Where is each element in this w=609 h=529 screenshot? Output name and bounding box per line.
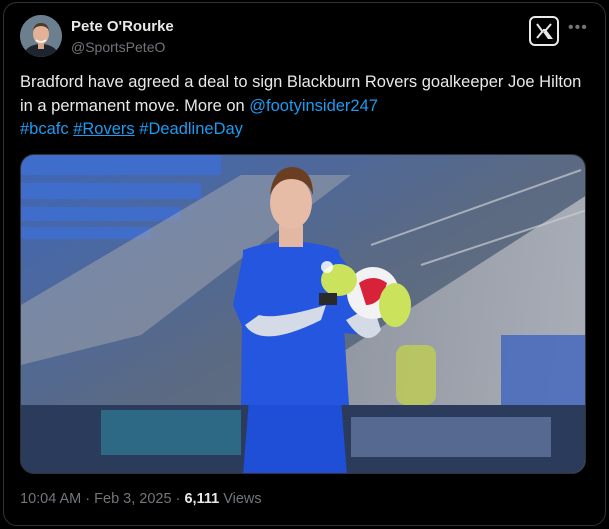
more-options-icon[interactable]: ••• — [568, 19, 588, 37]
author-handle[interactable]: @SportsPeteO — [71, 39, 165, 55]
tweet-meta: 10:04 AM · Feb 3, 2025 · 6,111 Views — [20, 491, 262, 507]
goalkeeper-photo — [21, 155, 585, 473]
tweet-card: Pete O'Rourke @SportsPeteO ••• Bradford … — [3, 2, 606, 526]
author-name[interactable]: Pete O'Rourke — [71, 18, 174, 35]
avatar[interactable] — [20, 15, 62, 57]
post-date[interactable]: Feb 3, 2025 — [94, 491, 171, 507]
x-logo-glyph — [536, 23, 553, 39]
hashtag-bcafc[interactable]: #bcafc — [20, 120, 69, 138]
tweet-text: Bradford have agreed a deal to sign Blac… — [20, 71, 590, 142]
tweet-photo[interactable] — [20, 154, 586, 474]
views-count: 6,111 — [184, 491, 220, 507]
post-time[interactable]: 10:04 AM — [20, 491, 81, 507]
x-logo-icon[interactable] — [529, 16, 559, 46]
avatar-image — [20, 15, 62, 57]
meta-separator: · — [85, 491, 91, 507]
meta-separator-2: · — [175, 491, 181, 507]
mention-link[interactable]: @footyinsider247 — [249, 97, 378, 115]
hashtag-rovers[interactable]: #Rovers — [73, 120, 134, 138]
views-label: Views — [223, 491, 262, 507]
hashtag-deadlineday[interactable]: #DeadlineDay — [139, 120, 243, 138]
